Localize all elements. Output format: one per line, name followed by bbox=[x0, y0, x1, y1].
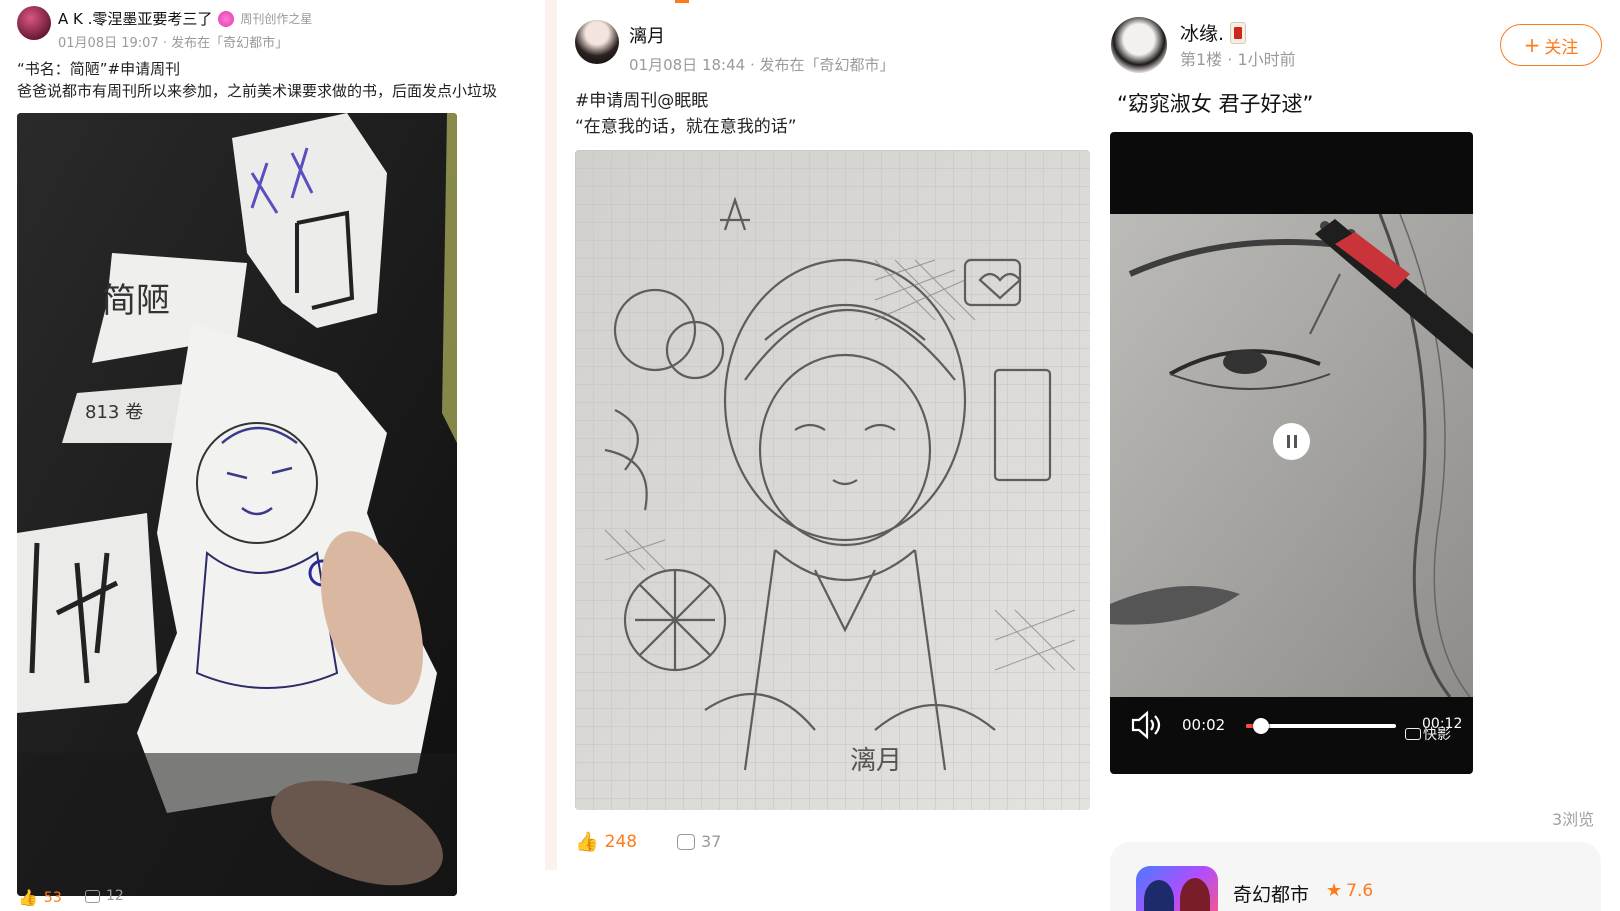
post-text-line1: #申请周刊@眠眠 bbox=[575, 91, 709, 111]
pause-icon bbox=[1286, 435, 1297, 448]
current-time: 00:02 bbox=[1182, 716, 1226, 734]
volume-icon[interactable] bbox=[1130, 710, 1162, 740]
post-meta: 01月08日 18:44 · 发布在「奇幻都市」 bbox=[629, 56, 895, 74]
comment-icon bbox=[85, 889, 100, 903]
floor-meta: 第1楼 · 1小时前 bbox=[1180, 50, 1296, 69]
book-label-cutout: 813 卷 bbox=[85, 402, 144, 423]
post-image[interactable]: 漓月 bbox=[575, 150, 1090, 810]
app-name: 奇幻都市 bbox=[1233, 884, 1310, 906]
book-title-cutout: 简陋 bbox=[102, 281, 170, 321]
star-icon: ★ bbox=[1326, 880, 1343, 901]
like-count: 53 bbox=[43, 889, 62, 906]
paper-cutout-illustration bbox=[17, 113, 457, 896]
kuaiying-watermark: 快影 bbox=[1405, 724, 1451, 744]
author-avatar[interactable] bbox=[17, 6, 51, 40]
comment-icon bbox=[677, 833, 695, 850]
post-text-line1: “书名：简陋”#申请周刊 bbox=[17, 60, 181, 78]
post-meta: 01月08日 19:07 · 发布在「奇幻都市」 bbox=[58, 36, 289, 51]
post-text-line2: “在意我的话，就在意我的话” bbox=[575, 117, 797, 137]
comment-button[interactable]: 37 bbox=[677, 832, 721, 851]
view-count: 3浏览 bbox=[1552, 810, 1595, 829]
author-name[interactable]: 冰缘. bbox=[1180, 19, 1224, 46]
post-image[interactable]: 简陋 813 卷 bbox=[17, 113, 457, 896]
watermark-text: 快影 bbox=[1423, 727, 1451, 743]
author-avatar[interactable] bbox=[1111, 17, 1167, 73]
thumbs-up-icon: 👍 bbox=[575, 831, 599, 853]
post-card-1: A K .零涅墨亚要考三了 周刊创作之星 01月08日 19:07 · 发布在「… bbox=[0, 0, 545, 911]
follow-button[interactable]: + 关注 bbox=[1500, 24, 1602, 66]
tab-indicator bbox=[675, 0, 689, 3]
thumbs-up-icon: 👍 bbox=[18, 888, 38, 907]
like-button[interactable]: 👍 53 bbox=[18, 888, 62, 907]
like-button[interactable]: 👍 248 bbox=[575, 830, 637, 853]
badge-icon bbox=[218, 10, 235, 27]
camera-icon bbox=[1405, 728, 1421, 740]
app-rating: ★ 7.6 bbox=[1326, 880, 1373, 901]
plus-icon: + bbox=[1523, 33, 1541, 57]
like-count: 248 bbox=[604, 831, 638, 852]
comment-count: 37 bbox=[701, 832, 722, 851]
progress-track[interactable] bbox=[1246, 718, 1396, 734]
app-card[interactable]: 奇幻都市 ★ 7.6 bbox=[1110, 842, 1601, 911]
follow-label: 关注 bbox=[1544, 37, 1579, 58]
artist-signature: 漓月 bbox=[850, 746, 903, 776]
post-text-line2: 爸爸说都市有周刊所以来参加，之前美术课要求做的书，后面发点小垃圾 bbox=[17, 82, 498, 100]
post-quote: “窈窕淑女 君子好逑” bbox=[1117, 92, 1314, 116]
author-avatar[interactable] bbox=[575, 20, 619, 64]
column-divider bbox=[545, 0, 557, 870]
progress-knob[interactable] bbox=[1253, 718, 1269, 734]
author-name[interactable]: 漓月 bbox=[629, 22, 665, 48]
pause-button[interactable] bbox=[1273, 423, 1310, 460]
comment-count: 12 bbox=[106, 888, 124, 904]
post-card-3: 冰缘. 第1楼 · 1小时前 + 关注 “窈窕淑女 君子好逑” 00:02 00… bbox=[1103, 0, 1620, 911]
post-card-2: 漓月 01月08日 18:44 · 发布在「奇幻都市」 #申请周刊@眠眠 “在意… bbox=[557, 0, 1103, 911]
rating-value: 7.6 bbox=[1346, 880, 1374, 901]
comment-button[interactable]: 12 bbox=[85, 888, 124, 904]
mahjong-badge-icon bbox=[1230, 21, 1247, 44]
author-name[interactable]: A K .零涅墨亚要考三了 bbox=[58, 8, 212, 29]
anime-girl-sketch bbox=[575, 150, 1090, 810]
video-player[interactable]: 00:02 00:12 快影 bbox=[1110, 132, 1473, 774]
app-icon bbox=[1136, 866, 1218, 911]
creator-badge: 周刊创作之星 bbox=[240, 12, 313, 26]
